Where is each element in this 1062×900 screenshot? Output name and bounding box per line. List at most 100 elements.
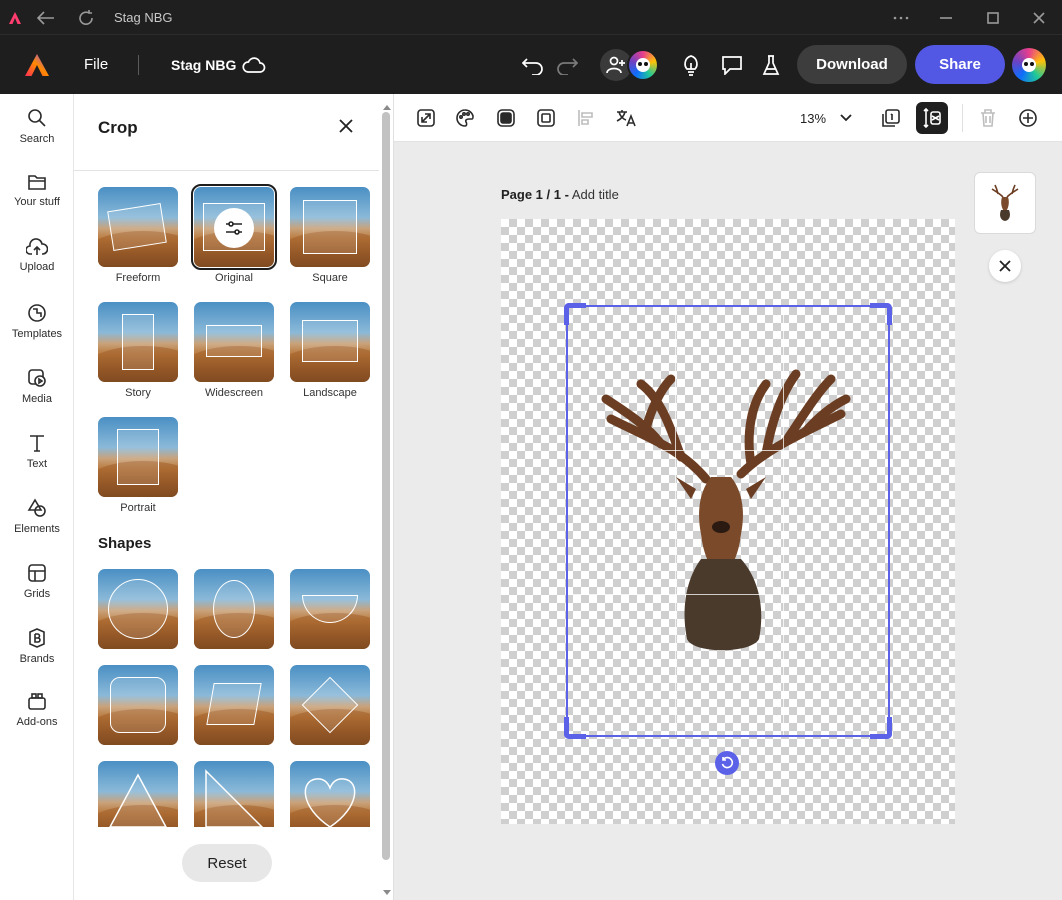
crop-adjust-icon[interactable] (916, 102, 948, 134)
crop-handle-top-right[interactable] (870, 303, 892, 325)
window-title-bar: Stag NBG (0, 0, 1062, 35)
align-icon[interactable] (570, 102, 602, 134)
tile-label: Story (125, 387, 151, 399)
adobe-express-logo[interactable] (24, 35, 50, 94)
search-icon (28, 109, 46, 127)
page-thumbnail[interactable] (974, 172, 1036, 234)
share-button[interactable]: Share (915, 45, 1005, 84)
frame-icon[interactable] (530, 102, 562, 134)
panel-scrollbar[interactable] (382, 112, 390, 860)
shape-icon[interactable] (490, 102, 522, 134)
tile-label: Original (215, 272, 253, 284)
more-options-icon[interactable] (888, 0, 914, 35)
comment-icon[interactable] (721, 35, 743, 94)
brands-icon (29, 628, 45, 648)
add-icon[interactable] (1012, 102, 1044, 134)
close-window-icon[interactable] (1026, 0, 1052, 35)
left-rail: Search Your stuff Upload Templates Media… (0, 94, 74, 900)
shape-half-circle[interactable] (290, 569, 370, 649)
redo-icon[interactable] (556, 35, 578, 94)
crop-handle-bottom-left[interactable] (564, 717, 586, 739)
bulb-icon[interactable] (682, 35, 700, 94)
user-avatar[interactable] (1012, 35, 1046, 94)
pages-icon[interactable] (875, 102, 907, 134)
crop-option-freeform[interactable]: Freeform (98, 187, 178, 284)
rail-item-upload[interactable]: Upload (0, 238, 74, 298)
zoom-dropdown[interactable]: 13% (800, 102, 852, 134)
resize-icon[interactable] (410, 102, 442, 134)
folder-icon (28, 175, 46, 190)
page-number: Page 1 / 1 - (501, 187, 569, 202)
shape-ellipse[interactable] (194, 569, 274, 649)
cloud-icon[interactable] (242, 35, 266, 94)
rail-item-text[interactable]: Text (0, 433, 74, 493)
color-palette-icon[interactable] (449, 102, 481, 134)
panel-title: Crop (98, 118, 138, 137)
zoom-value: 13% (800, 110, 827, 126)
crop-frame[interactable] (564, 303, 892, 739)
refresh-icon[interactable] (74, 0, 98, 35)
crop-option-landscape[interactable]: Landscape (290, 302, 370, 399)
download-button[interactable]: Download (797, 45, 907, 84)
header-divider (138, 35, 139, 94)
flask-icon[interactable] (762, 35, 780, 94)
rail-item-your-stuff[interactable]: Your stuff (0, 173, 74, 233)
rail-item-templates[interactable]: Templates (0, 303, 74, 363)
shape-rounded-square[interactable] (98, 665, 178, 745)
templates-icon (28, 304, 46, 322)
crop-option-original[interactable]: Original (191, 184, 277, 284)
rail-item-elements[interactable]: Elements (0, 498, 74, 558)
app-header: File Stag NBG Download Share (0, 35, 1062, 94)
crop-option-portrait[interactable]: Portrait (98, 417, 178, 514)
translate-icon[interactable] (610, 102, 642, 134)
upload-icon (26, 238, 48, 255)
add-title-link[interactable]: Add title (572, 187, 619, 202)
maximize-icon[interactable] (980, 0, 1006, 35)
canvas-toolbar: 13% (394, 94, 1062, 142)
shape-parallelogram[interactable] (194, 665, 274, 745)
rail-label: Elements (14, 523, 60, 535)
rail-label: Upload (19, 261, 55, 273)
reset-button[interactable]: Reset (182, 844, 272, 882)
rail-label: Add-ons (16, 716, 58, 728)
rail-item-grids[interactable]: Grids (0, 563, 74, 623)
scroll-up-arrow[interactable] (382, 98, 392, 110)
rail-label: Grids (23, 588, 51, 600)
crop-handle-top-left[interactable] (564, 303, 586, 325)
close-icon[interactable] (989, 250, 1021, 282)
rail-label: Your stuff (14, 196, 60, 208)
rotate-icon[interactable] (715, 751, 739, 775)
tile-label: Widescreen (204, 387, 264, 399)
rail-label: Search (19, 133, 55, 145)
elements-icon (27, 498, 46, 517)
shape-circle[interactable] (98, 569, 178, 649)
rail-item-search[interactable]: Search (0, 108, 74, 168)
back-icon[interactable] (34, 0, 58, 35)
rail-item-brands[interactable]: Brands (0, 628, 74, 688)
close-icon[interactable] (336, 116, 356, 136)
tile-label: Square (312, 272, 348, 284)
rail-label: Text (26, 458, 48, 470)
minimize-icon[interactable] (933, 0, 959, 35)
collaborator-avatar[interactable] (627, 35, 659, 94)
undo-icon[interactable] (522, 35, 544, 94)
shape-diamond[interactable] (290, 665, 370, 745)
crop-grid-line (568, 450, 888, 451)
trash-icon[interactable] (972, 102, 1004, 134)
crop-handle-bottom-right[interactable] (870, 717, 892, 739)
panel-divider (74, 170, 379, 171)
crop-option-widescreen[interactable]: Widescreen (194, 302, 274, 399)
file-menu[interactable]: File (84, 35, 108, 94)
crop-option-story[interactable]: Story (98, 302, 178, 399)
rail-item-media[interactable]: Media (0, 368, 74, 428)
rail-item-add-ons[interactable]: Add-ons (0, 693, 74, 753)
shapes-heading: Shapes (98, 535, 152, 552)
document-title[interactable]: Stag NBG (171, 35, 236, 94)
rail-label: Brands (19, 653, 55, 665)
scroll-down-arrow[interactable] (382, 884, 392, 895)
artboard[interactable] (501, 219, 955, 824)
crop-option-square[interactable]: Square (290, 187, 370, 284)
rail-label: Media (22, 393, 52, 405)
tile-label: Freeform (115, 272, 161, 284)
media-icon (28, 369, 46, 387)
